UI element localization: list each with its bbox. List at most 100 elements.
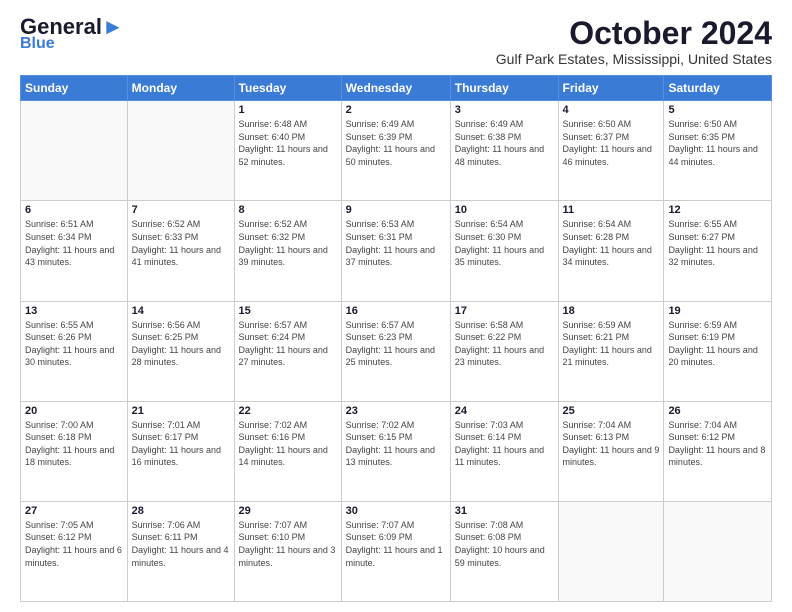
calendar-cell: 10 Sunrise: 6:54 AM Sunset: 6:30 PM Dayli… [450,201,558,301]
header: General► Blue October 2024 Gulf Park Est… [20,16,772,67]
day-info: Sunrise: 6:52 AM Sunset: 6:32 PM Dayligh… [239,218,337,268]
day-number: 2 [346,104,446,116]
weekday-header-row: SundayMondayTuesdayWednesdayThursdayFrid… [21,76,772,101]
day-number: 14 [132,305,230,317]
day-info: Sunrise: 7:04 AM Sunset: 6:12 PM Dayligh… [668,419,767,469]
calendar-cell: 9 Sunrise: 6:53 AM Sunset: 6:31 PM Daylig… [341,201,450,301]
month-title: October 2024 [496,16,772,51]
day-number: 18 [563,305,660,317]
calendar-cell: 22 Sunrise: 7:02 AM Sunset: 6:16 PM Dayli… [234,401,341,501]
day-info: Sunrise: 6:50 AM Sunset: 6:35 PM Dayligh… [668,118,767,168]
day-number: 21 [132,405,230,417]
weekday-header: Saturday [664,76,772,101]
day-info: Sunrise: 6:54 AM Sunset: 6:30 PM Dayligh… [455,218,554,268]
calendar-cell: 28Sunrise: 7:06 AM Sunset: 6:11 PM Dayli… [127,501,234,601]
day-number: 16 [346,305,446,317]
day-info: Sunrise: 6:52 AM Sunset: 6:33 PM Dayligh… [132,218,230,268]
calendar-cell: 13 Sunrise: 6:55 AM Sunset: 6:26 PM Dayli… [21,301,128,401]
calendar-cell: 18 Sunrise: 6:59 AM Sunset: 6:21 PM Dayli… [558,301,664,401]
calendar-cell: 3Sunrise: 6:49 AM Sunset: 6:38 PM Daylig… [450,101,558,201]
calendar-cell: 21 Sunrise: 7:01 AM Sunset: 6:17 PM Dayli… [127,401,234,501]
day-number: 5 [668,104,767,116]
calendar-cell: 15Sunrise: 6:57 AM Sunset: 6:24 PM Dayli… [234,301,341,401]
day-number: 25 [563,405,660,417]
day-info: Sunrise: 6:54 AM Sunset: 6:28 PM Dayligh… [563,218,660,268]
calendar-cell [21,101,128,201]
calendar-cell: 4 Sunrise: 6:50 AM Sunset: 6:37 PM Daylig… [558,101,664,201]
calendar-week-row: 1Sunrise: 6:48 AM Sunset: 6:40 PM Daylig… [21,101,772,201]
day-number: 12 [668,204,767,216]
weekday-header: Tuesday [234,76,341,101]
day-number: 19 [668,305,767,317]
calendar-cell: 14 Sunrise: 6:56 AM Sunset: 6:25 PM Dayli… [127,301,234,401]
day-number: 15 [239,305,337,317]
day-info: Sunrise: 6:49 AM Sunset: 6:39 PM Dayligh… [346,118,446,168]
calendar-week-row: 13 Sunrise: 6:55 AM Sunset: 6:26 PM Dayli… [21,301,772,401]
day-info: Sunrise: 7:02 AM Sunset: 6:16 PM Dayligh… [239,419,337,469]
day-info: Sunrise: 6:55 AM Sunset: 6:26 PM Dayligh… [25,319,123,369]
day-number: 22 [239,405,337,417]
day-info: Sunrise: 7:07 AM Sunset: 6:09 PM Dayligh… [346,519,446,569]
calendar-cell: 12 Sunrise: 6:55 AM Sunset: 6:27 PM Dayli… [664,201,772,301]
title-area: October 2024 Gulf Park Estates, Mississi… [496,16,772,67]
day-info: Sunrise: 6:56 AM Sunset: 6:25 PM Dayligh… [132,319,230,369]
day-info: Sunrise: 6:59 AM Sunset: 6:21 PM Dayligh… [563,319,660,369]
day-info: Sunrise: 6:58 AM Sunset: 6:22 PM Dayligh… [455,319,554,369]
day-info: Sunrise: 6:53 AM Sunset: 6:31 PM Dayligh… [346,218,446,268]
calendar-cell: 1Sunrise: 6:48 AM Sunset: 6:40 PM Daylig… [234,101,341,201]
day-info: Sunrise: 6:51 AM Sunset: 6:34 PM Dayligh… [25,218,123,268]
calendar-cell: 19Sunrise: 6:59 AM Sunset: 6:19 PM Dayli… [664,301,772,401]
calendar-cell [664,501,772,601]
logo: General► Blue [20,16,124,52]
calendar-cell [127,101,234,201]
day-info: Sunrise: 6:57 AM Sunset: 6:23 PM Dayligh… [346,319,446,369]
day-number: 26 [668,405,767,417]
calendar-cell [558,501,664,601]
calendar-cell: 5 Sunrise: 6:50 AM Sunset: 6:35 PM Daylig… [664,101,772,201]
day-number: 7 [132,204,230,216]
day-number: 29 [239,505,337,517]
day-info: Sunrise: 6:49 AM Sunset: 6:38 PM Dayligh… [455,118,554,168]
weekday-header: Wednesday [341,76,450,101]
day-info: Sunrise: 7:08 AM Sunset: 6:08 PM Dayligh… [455,519,554,569]
calendar-cell: 20Sunrise: 7:00 AM Sunset: 6:18 PM Dayli… [21,401,128,501]
weekday-header: Sunday [21,76,128,101]
day-info: Sunrise: 7:02 AM Sunset: 6:15 PM Dayligh… [346,419,446,469]
calendar-week-row: 20Sunrise: 7:00 AM Sunset: 6:18 PM Dayli… [21,401,772,501]
day-number: 10 [455,204,554,216]
calendar-cell: 8 Sunrise: 6:52 AM Sunset: 6:32 PM Daylig… [234,201,341,301]
calendar-week-row: 27Sunrise: 7:05 AM Sunset: 6:12 PM Dayli… [21,501,772,601]
calendar-cell: 17Sunrise: 6:58 AM Sunset: 6:22 PM Dayli… [450,301,558,401]
day-number: 4 [563,104,660,116]
day-info: Sunrise: 6:48 AM Sunset: 6:40 PM Dayligh… [239,118,337,168]
weekday-header: Monday [127,76,234,101]
day-number: 13 [25,305,123,317]
calendar-cell: 27Sunrise: 7:05 AM Sunset: 6:12 PM Dayli… [21,501,128,601]
day-info: Sunrise: 6:55 AM Sunset: 6:27 PM Dayligh… [668,218,767,268]
day-info: Sunrise: 6:50 AM Sunset: 6:37 PM Dayligh… [563,118,660,168]
day-number: 30 [346,505,446,517]
day-number: 20 [25,405,123,417]
day-number: 8 [239,204,337,216]
day-info: Sunrise: 7:01 AM Sunset: 6:17 PM Dayligh… [132,419,230,469]
day-number: 11 [563,204,660,216]
page: General► Blue October 2024 Gulf Park Est… [0,0,792,612]
calendar-week-row: 6 Sunrise: 6:51 AM Sunset: 6:34 PM Daylig… [21,201,772,301]
day-number: 9 [346,204,446,216]
day-info: Sunrise: 7:04 AM Sunset: 6:13 PM Dayligh… [563,419,660,469]
calendar-cell: 24Sunrise: 7:03 AM Sunset: 6:14 PM Dayli… [450,401,558,501]
calendar-cell: 6 Sunrise: 6:51 AM Sunset: 6:34 PM Daylig… [21,201,128,301]
calendar-cell: 23Sunrise: 7:02 AM Sunset: 6:15 PM Dayli… [341,401,450,501]
day-info: Sunrise: 7:07 AM Sunset: 6:10 PM Dayligh… [239,519,337,569]
day-number: 6 [25,204,123,216]
location: Gulf Park Estates, Mississippi, United S… [496,51,772,67]
calendar-cell: 30 Sunrise: 7:07 AM Sunset: 6:09 PM Dayli… [341,501,450,601]
calendar-cell: 29 Sunrise: 7:07 AM Sunset: 6:10 PM Dayli… [234,501,341,601]
day-info: Sunrise: 7:06 AM Sunset: 6:11 PM Dayligh… [132,519,230,569]
weekday-header: Friday [558,76,664,101]
calendar-table: SundayMondayTuesdayWednesdayThursdayFrid… [20,75,772,602]
day-number: 24 [455,405,554,417]
day-info: Sunrise: 7:05 AM Sunset: 6:12 PM Dayligh… [25,519,123,569]
calendar-cell: 7 Sunrise: 6:52 AM Sunset: 6:33 PM Daylig… [127,201,234,301]
calendar-cell: 31Sunrise: 7:08 AM Sunset: 6:08 PM Dayli… [450,501,558,601]
